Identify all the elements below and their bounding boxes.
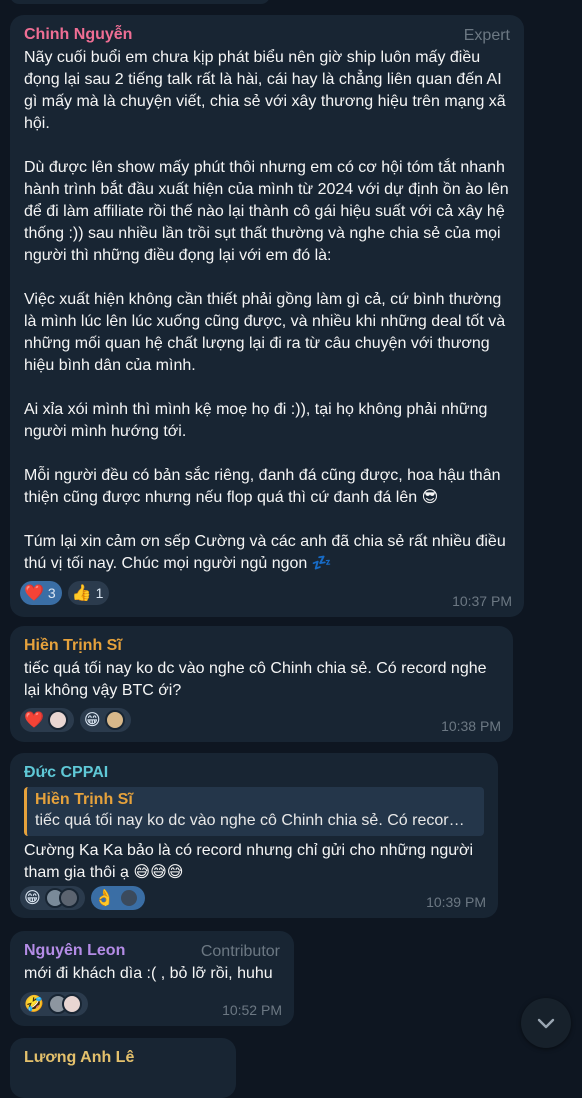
reaction-grin[interactable]: 😁 (79, 708, 131, 732)
reaction-thumbs-up[interactable]: 👍 1 (67, 581, 110, 605)
member-role-badge: Expert (463, 27, 510, 44)
message-paragraph: Túm lại xin cảm ơn sếp Cường và các anh … (24, 533, 506, 572)
reaction-rofl[interactable]: 🤣 (20, 992, 88, 1016)
avatar (47, 710, 68, 730)
message-paragraph: Dù được lên show mấy phút thôi nhưng em … (24, 159, 509, 264)
message-bubble[interactable]: Đức CPPAI Hiền Trịnh Sĩ tiếc quá tối nay… (10, 753, 498, 918)
reactor-avatars (44, 888, 79, 908)
reaction-heart[interactable]: ❤️ 3 (20, 581, 62, 605)
reactions-bar: 🤣 (20, 992, 88, 1016)
previous-message-edge (10, 0, 270, 4)
message-text: Cường Ka Ka bảo là có record nhưng chỉ g… (24, 842, 474, 881)
message-paragraph: Ai xỉa xói mình thì mình kệ moẹ họ đi :)… (24, 401, 488, 440)
ok-hand-icon: 👌 (94, 888, 115, 907)
reaction-count: 3 (47, 585, 56, 601)
reactions-bar: ❤️ 3 👍 1 (20, 581, 110, 605)
reaction-heart[interactable]: ❤️ (20, 708, 74, 732)
reaction-count: 1 (95, 585, 104, 601)
scroll-to-bottom-button[interactable] (521, 998, 571, 1048)
avatar (58, 888, 79, 908)
member-role-badge: Contributor (200, 943, 280, 960)
avatar (104, 710, 125, 730)
reactions-bar: ❤️ 😁 (20, 708, 131, 732)
reactor-avatars (104, 710, 125, 730)
message-bubble[interactable]: Lương Anh Lê (10, 1038, 236, 1098)
sender-name[interactable]: Đức CPPAI (24, 763, 484, 783)
message-text: Nãy cuối buổi em chưa kịp phát biểu nên … (24, 47, 510, 575)
rofl-icon: 🤣 (24, 994, 44, 1013)
message-bubble[interactable]: Nguyên Leon Contributor mới đi khách dìa… (10, 931, 294, 1026)
message-bubble[interactable]: Hiền Trịnh Sĩ tiếc quá tối nay ko dc vào… (10, 626, 513, 742)
message-paragraph: Mỗi người đều có bản sắc riêng, đanh đá … (24, 467, 501, 506)
grin-icon: 😁 (24, 888, 41, 907)
chevron-down-icon (537, 1018, 555, 1029)
message-time: 10:52 PM (222, 1002, 282, 1018)
reaction-ok-hand[interactable]: 👌 (90, 886, 145, 910)
message-paragraph: Việc xuất hiện không cần thiết phải gồng… (24, 291, 506, 374)
message-time: 10:38 PM (441, 718, 501, 734)
sender-name[interactable]: Lương Anh Lê (24, 1048, 222, 1068)
avatar (118, 888, 139, 908)
heart-icon: ❤️ (24, 583, 44, 602)
avatar (61, 994, 82, 1014)
reply-quote[interactable]: Hiền Trịnh Sĩ tiếc quá tối nay ko dc vào… (24, 787, 484, 836)
thumbs-up-icon: 👍 (71, 583, 92, 602)
message-text: mới đi khách dìa :( , bỏ lỡ rồi, huhu (24, 965, 273, 982)
reaction-grin[interactable]: 😁 (20, 886, 85, 910)
message-time: 10:37 PM (452, 593, 512, 609)
message-paragraph: Nãy cuối buổi em chưa kịp phát biểu nên … (24, 49, 506, 132)
heart-icon: ❤️ (24, 710, 44, 729)
sender-name[interactable]: Hiền Trịnh Sĩ (24, 636, 499, 656)
message-text: tiếc quá tối nay ko dc vào nghe cô Chinh… (24, 660, 487, 699)
message-bubble[interactable]: Chinh Nguyễn Expert Nãy cuối buổi em chư… (10, 15, 524, 617)
quoted-sender: Hiền Trịnh Sĩ (35, 791, 133, 808)
reactor-avatars (47, 710, 68, 730)
grin-icon: 😁 (83, 710, 101, 729)
reactor-avatars (47, 994, 82, 1014)
reactions-bar: 😁 👌 (20, 886, 145, 910)
sender-name[interactable]: Chinh Nguyễn (24, 25, 510, 45)
message-time: 10:39 PM (426, 894, 486, 910)
reactor-avatars (118, 888, 139, 908)
quoted-text: tiếc quá tối nay ko dc vào nghe cô Chinh… (35, 812, 465, 829)
